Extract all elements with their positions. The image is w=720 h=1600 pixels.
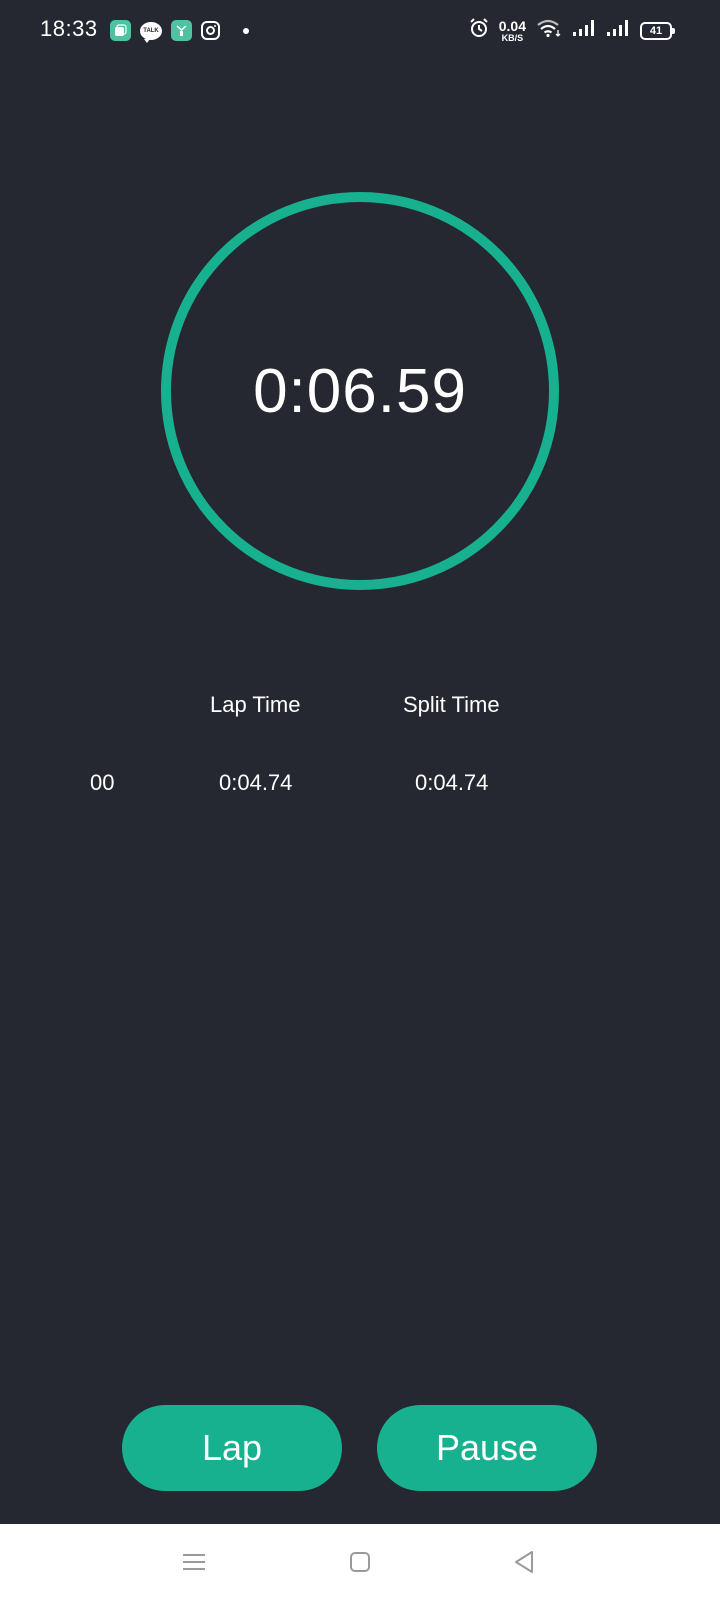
signal-icon bbox=[572, 19, 596, 42]
system-status: 0.04 KB/S 41 bbox=[469, 18, 675, 43]
pause-button[interactable]: Pause bbox=[377, 1405, 597, 1491]
network-speed-unit: KB/S bbox=[501, 32, 524, 43]
home-icon[interactable] bbox=[342, 1544, 378, 1580]
lap-number: 00 bbox=[90, 770, 115, 795]
app-tile-icon bbox=[110, 20, 131, 41]
kakaotalk-icon: TALK bbox=[140, 21, 162, 43]
split-time-header: Split Time bbox=[403, 692, 500, 717]
status-time: 18:33 bbox=[40, 16, 98, 41]
dot-icon bbox=[243, 27, 249, 34]
navigation-bar bbox=[0, 1524, 720, 1600]
menu-icon[interactable] bbox=[176, 1544, 212, 1580]
battery-icon: 41 bbox=[640, 21, 675, 40]
lap-table-header: Lap Time Split Time bbox=[0, 692, 720, 722]
wifi-icon bbox=[536, 18, 562, 43]
lap-time: 0:04.74 bbox=[219, 770, 293, 795]
notification-icons: TALK bbox=[110, 20, 249, 43]
network-speed: 0.04 KB/S bbox=[499, 19, 526, 43]
status-bar: 18:33 TALK 0.04 KB/S 41 bbox=[0, 0, 720, 62]
stopwatch-dial: 0:06.59 bbox=[160, 191, 560, 591]
talk-label: TALK bbox=[143, 27, 159, 34]
app-tile-icon bbox=[171, 20, 192, 41]
split-time: 0:04.74 bbox=[415, 770, 489, 795]
elapsed-time: 0:06.59 bbox=[253, 356, 467, 426]
lap-time-header: Lap Time bbox=[210, 692, 301, 717]
instagram-icon bbox=[201, 21, 220, 40]
back-icon[interactable] bbox=[506, 1544, 542, 1580]
network-speed-value: 0.04 bbox=[498, 17, 526, 34]
lap-row: 00 0:04.74 0:04.74 bbox=[0, 770, 720, 800]
battery-level: 41 bbox=[649, 24, 663, 37]
lap-button[interactable]: Lap bbox=[122, 1405, 342, 1491]
signal-icon bbox=[606, 19, 630, 42]
alarm-icon bbox=[469, 18, 489, 43]
